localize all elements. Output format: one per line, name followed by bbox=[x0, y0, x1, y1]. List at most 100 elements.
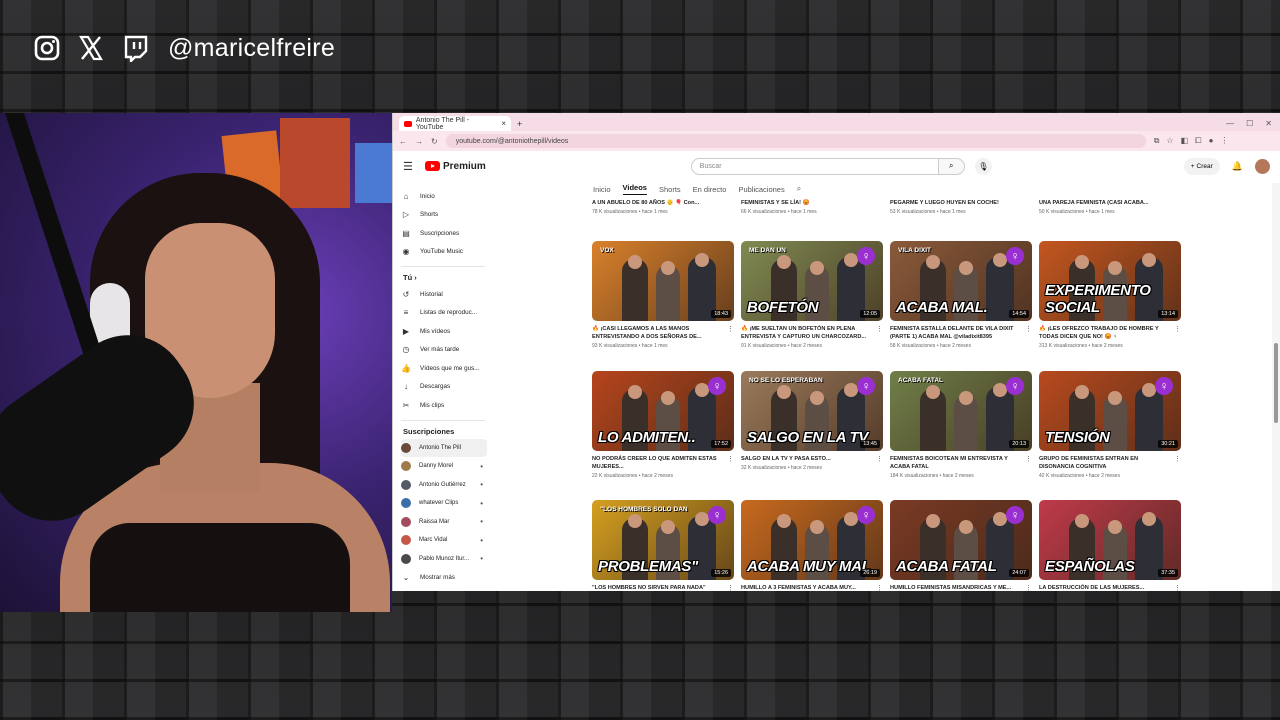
video-thumbnail[interactable]: NO SE LO ESPERABAN ♀ SALGO EN LA TV 13:4… bbox=[741, 370, 883, 451]
create-button[interactable]: + Crear bbox=[1183, 157, 1220, 175]
minimize-icon[interactable]: — bbox=[1226, 119, 1234, 128]
back-icon[interactable]: ← bbox=[399, 137, 407, 146]
video-options-icon[interactable]: ⋮ bbox=[1174, 325, 1181, 349]
video-options-icon[interactable]: ⋮ bbox=[876, 584, 883, 591]
video-card[interactable]: ESPAÑOLAS 37:35 LA DESTRUCCIÓN DE LAS MU… bbox=[1039, 500, 1181, 591]
subscription-item[interactable]: Antonio The Pill bbox=[401, 438, 487, 457]
scroll-thumb[interactable] bbox=[1274, 343, 1278, 423]
browser-tab[interactable]: Antonio The Pill - YouTube × bbox=[399, 116, 511, 131]
bookmark-star-icon[interactable]: ☆ bbox=[1166, 136, 1173, 146]
page-scrollbar[interactable] bbox=[1272, 183, 1280, 591]
sidebar-item-subscriptions[interactable]: ▤ Suscripciones bbox=[401, 224, 491, 243]
partial-video-item[interactable]: A UN ABUELO DE 80 AÑOS 👴 🎈 Con... 78 K v… bbox=[592, 199, 734, 215]
video-title[interactable]: 🔥 ¡CASI LLEGAMOS A LAS MANOS ENTREVISTAN… bbox=[592, 325, 722, 341]
voice-search-button[interactable]: 🎙 bbox=[974, 157, 992, 175]
video-thumbnail[interactable]: ♀ TENSIÓN 30:21 bbox=[1039, 370, 1181, 451]
subscription-item[interactable]: Danny Morel • bbox=[401, 457, 491, 476]
video-title[interactable]: FEMINISTA ESTALLA DELANTE DE VILA DIXIT … bbox=[890, 325, 1020, 341]
video-options-icon[interactable]: ⋮ bbox=[1174, 455, 1181, 479]
video-title[interactable]: HUMILLO A 3 FEMINISTAS Y ACABA MUY... bbox=[741, 584, 871, 591]
tab-en-directo[interactable]: En directo bbox=[693, 185, 727, 194]
sidebar-item-thumbs-up[interactable]: 👍 Vídeos que me gus... bbox=[401, 359, 491, 378]
sidebar-item-watch-later[interactable]: ◷ Ver más tarde bbox=[401, 341, 491, 360]
profile-icon[interactable]: ● bbox=[1209, 136, 1214, 146]
video-options-icon[interactable]: ⋮ bbox=[727, 325, 734, 349]
video-card[interactable]: EXPERIMENTO SOCIAL 13:14 🔥 ¡LES OFREZCO … bbox=[1039, 241, 1181, 371]
partial-video-item[interactable]: UNA PAREJA FEMINISTA (CASI ACABA... 50 K… bbox=[1039, 199, 1181, 215]
menu-kebab-icon[interactable]: ⋮ bbox=[1220, 136, 1228, 146]
video-title[interactable]: SALGO EN LA TV Y PASA ESTO... bbox=[741, 455, 871, 463]
video-card[interactable]: ACABA FATAL ♀ 20:13 FEMINISTAS BOICOTEAN… bbox=[890, 370, 1032, 501]
sidebar-item-shorts[interactable]: ▷ Shorts bbox=[401, 206, 491, 225]
you-section-heading[interactable]: Tú › bbox=[403, 273, 491, 282]
video-title[interactable]: NO PODRÁS CREER LO QUE ADMITEN ESTAS MUJ… bbox=[592, 455, 722, 471]
user-avatar[interactable] bbox=[1255, 158, 1270, 174]
video-thumbnail[interactable]: "LOS HOMBRES SOLO DAN ♀ PROBLEMAS" 15:26 bbox=[592, 500, 734, 580]
video-options-icon[interactable]: ⋮ bbox=[1174, 584, 1181, 591]
video-thumbnail[interactable]: ♀ ACABA FATAL 24:07 bbox=[890, 500, 1032, 580]
video-title[interactable]: FEMINISTAS BOICOTEAN MI ENTREVISTA Y ACA… bbox=[890, 455, 1020, 471]
sidebar-item-download[interactable]: ↓ Descargas bbox=[401, 378, 491, 397]
video-options-icon[interactable]: ⋮ bbox=[727, 584, 734, 591]
video-card[interactable]: VILA DIXIT ♀ ACABA MAL. 14:54 FEMINISTA … bbox=[890, 241, 1032, 371]
sidebar-item-history[interactable]: ↺ Historial bbox=[401, 285, 491, 304]
video-card[interactable]: NO SE LO ESPERABAN ♀ SALGO EN LA TV 13:4… bbox=[741, 370, 883, 501]
video-card[interactable]: VOX 18:43 🔥 ¡CASI LLEGAMOS A LAS MANOS E… bbox=[592, 241, 734, 371]
video-thumbnail[interactable]: ♀ ACABA MUY MAL 26:19 bbox=[741, 500, 883, 580]
search-input[interactable]: Buscar bbox=[690, 157, 939, 175]
puzzle-icon[interactable]: ⧠ bbox=[1195, 136, 1201, 146]
video-card[interactable]: ♀ ACABA FATAL 24:07 HUMILLO FEMINISTAS M… bbox=[890, 500, 1032, 591]
sidebar-item-music[interactable]: ◉ YouTube Music bbox=[401, 243, 491, 262]
youtube-logo[interactable]: Premium bbox=[425, 161, 486, 172]
video-thumbnail[interactable]: ME DAN UN ♀ BOFETÓN 12:05 bbox=[741, 241, 883, 321]
search-button[interactable]: ⌕ bbox=[938, 157, 965, 175]
close-window-icon[interactable]: ✕ bbox=[1265, 119, 1272, 128]
video-card[interactable]: ♀ ACABA MUY MAL 26:19 HUMILLO A 3 FEMINI… bbox=[741, 500, 883, 591]
sidebar-item-my-videos[interactable]: ▶ Mis vídeos bbox=[401, 322, 491, 341]
show-more-button[interactable]: ⌄ Mostrar más bbox=[401, 568, 491, 587]
partial-video-item[interactable]: PEGARME Y LUEGO HUYEN EN COCHE! 53 K vis… bbox=[890, 199, 1032, 215]
close-tab-icon[interactable]: × bbox=[501, 119, 506, 128]
video-thumbnail[interactable]: ACABA FATAL ♀ 20:13 bbox=[890, 370, 1032, 451]
subscription-item[interactable]: Antonio Gutiérrez • bbox=[401, 476, 491, 495]
video-title[interactable]: 🔥 ¡ME SUELTAN UN BOFETÓN EN PLENA ENTREV… bbox=[741, 325, 871, 341]
video-card[interactable]: ♀ LO ADMITEN.. 17:52 NO PODRÁS CREER LO … bbox=[592, 370, 734, 501]
new-tab-icon[interactable]: + bbox=[517, 119, 522, 129]
hamburger-menu-icon[interactable]: ☰ bbox=[403, 160, 425, 173]
tab-inicio[interactable]: Inicio bbox=[593, 185, 611, 194]
sidebar-item-playlist[interactable]: ≡ Listas de reproduc... bbox=[401, 304, 491, 323]
partial-video-item[interactable]: FEMINISTAS Y SE LÍA! 😡 66 K visualizacio… bbox=[741, 199, 883, 215]
extension-icon[interactable]: ◧ bbox=[1181, 136, 1189, 146]
video-options-icon[interactable]: ⋮ bbox=[727, 455, 734, 479]
reload-icon[interactable]: ↻ bbox=[431, 137, 438, 146]
video-card[interactable]: "LOS HOMBRES SOLO DAN ♀ PROBLEMAS" 15:26… bbox=[592, 500, 734, 591]
video-options-icon[interactable]: ⋮ bbox=[1025, 584, 1032, 591]
video-thumbnail[interactable]: ♀ LO ADMITEN.. 17:52 bbox=[592, 370, 734, 451]
subscription-item[interactable]: Raissa Mar • bbox=[401, 513, 491, 532]
channel-search-icon[interactable]: ⌕ bbox=[797, 184, 801, 194]
url-field[interactable]: youtube.com/@antoniothepill/videos bbox=[445, 134, 1146, 148]
video-title[interactable]: 🔥 ¡LES OFREZCO TRABAJO DE HOMBRE Y TODAS… bbox=[1039, 325, 1169, 341]
tab-shorts[interactable]: Shorts bbox=[659, 185, 681, 194]
notifications-bell-icon[interactable]: 🔔 bbox=[1232, 161, 1243, 172]
video-title[interactable]: GRUPO DE FEMINISTAS ENTRAN EN DISONANCIA… bbox=[1039, 455, 1169, 471]
video-options-icon[interactable]: ⋮ bbox=[1025, 455, 1032, 479]
tab-publicaciones[interactable]: Publicaciones bbox=[738, 185, 784, 194]
video-card[interactable]: ME DAN UN ♀ BOFETÓN 12:05 🔥 ¡ME SUELTAN … bbox=[741, 241, 883, 371]
video-options-icon[interactable]: ⋮ bbox=[1025, 325, 1032, 349]
video-thumbnail[interactable]: EXPERIMENTO SOCIAL 13:14 bbox=[1039, 241, 1181, 321]
forward-icon[interactable]: → bbox=[415, 137, 423, 146]
subscription-item[interactable]: whatever Clips • bbox=[401, 494, 491, 513]
subscription-item[interactable]: Pablo Munoz Itur... • bbox=[401, 550, 491, 569]
video-thumbnail[interactable]: VOX 18:43 bbox=[592, 241, 734, 321]
tab-videos[interactable]: Videos bbox=[622, 183, 647, 195]
video-title[interactable]: LA DESTRUCCIÓN DE LAS MUJERES... bbox=[1039, 584, 1169, 591]
video-title[interactable]: "LOS HOMBRES NO SIRVEN PARA NADA" bbox=[592, 584, 722, 591]
maximize-icon[interactable]: ☐ bbox=[1246, 119, 1253, 128]
video-thumbnail[interactable]: VILA DIXIT ♀ ACABA MAL. 14:54 bbox=[890, 241, 1032, 321]
video-card[interactable]: ♀ TENSIÓN 30:21 GRUPO DE FEMINISTAS ENTR… bbox=[1039, 370, 1181, 501]
video-options-icon[interactable]: ⋮ bbox=[876, 455, 883, 471]
video-title[interactable]: HUMILLO FEMINISTAS MISANDRICAS Y ME... bbox=[890, 584, 1020, 591]
video-thumbnail[interactable]: ESPAÑOLAS 37:35 bbox=[1039, 500, 1181, 580]
sidebar-item-home[interactable]: ⌂ Inicio bbox=[401, 187, 491, 206]
